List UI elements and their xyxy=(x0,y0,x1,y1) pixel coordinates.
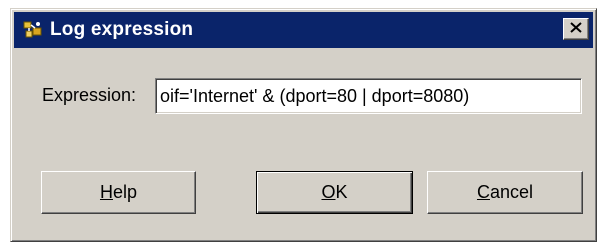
help-mnemonic: H xyxy=(99,182,113,202)
title-bar[interactable]: Log expression xyxy=(14,12,593,48)
cancel-button[interactable]: Cancel xyxy=(427,171,583,214)
help-label: elp xyxy=(112,182,138,202)
log-expression-dialog: Log expression Expression: Help OK Cance… xyxy=(10,8,597,242)
help-button[interactable]: Help xyxy=(41,171,196,214)
ok-label: K xyxy=(335,182,348,202)
expression-input[interactable] xyxy=(155,78,582,114)
expression-label: Expression: xyxy=(42,85,137,105)
network-object-icon xyxy=(22,19,44,41)
cancel-label: ancel xyxy=(489,182,534,202)
ok-mnemonic: O xyxy=(321,182,336,202)
dialog-title: Log expression xyxy=(50,19,194,40)
ok-button[interactable]: OK xyxy=(256,171,413,214)
cancel-mnemonic: C xyxy=(476,182,490,202)
close-icon xyxy=(570,20,582,38)
close-button[interactable] xyxy=(563,18,589,40)
